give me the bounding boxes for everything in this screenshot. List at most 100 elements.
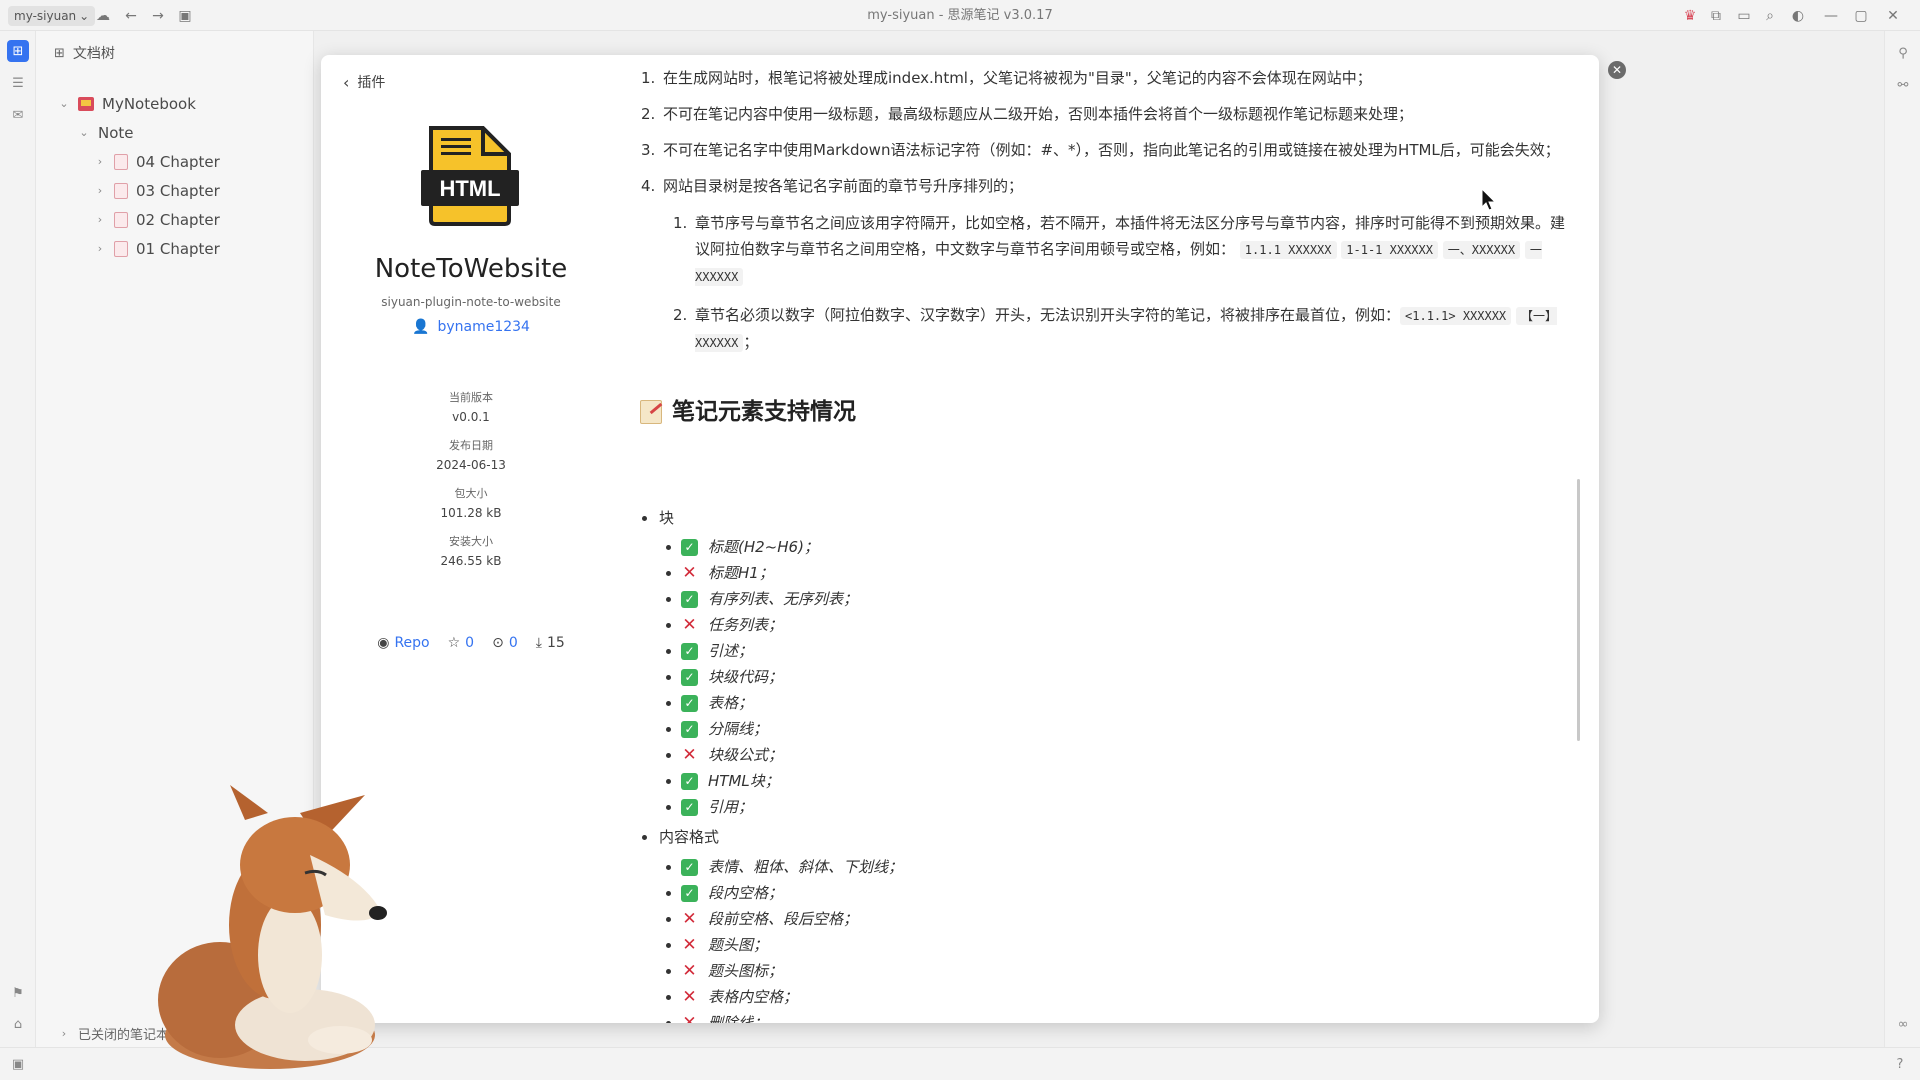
help-icon[interactable]: ? xyxy=(1889,1053,1911,1075)
tree-notebook[interactable]: ⌄ MyNotebook xyxy=(58,89,196,118)
check-mark-icon: ✓ xyxy=(681,668,698,686)
cross-mark-icon: ✕ xyxy=(682,934,697,955)
item-number: 1. xyxy=(641,69,656,87)
dock-toggle-icon[interactable]: ▣ xyxy=(7,1053,29,1075)
install-size-label: 安装大小 xyxy=(449,535,493,548)
plugin-id: siyuan-plugin-note-to-website xyxy=(381,295,561,309)
readme-scrollbar[interactable] xyxy=(1577,479,1580,741)
feature-item: ✕ 删除线； xyxy=(666,1010,903,1023)
layout-icon[interactable]: ▭ xyxy=(1733,5,1755,27)
item-text: 不可在笔记名字中使用Markdown语法标记字符（例如：#、*），否则，指向此笔… xyxy=(663,141,1560,159)
document-icon xyxy=(114,240,128,257)
chevron-right-icon[interactable]: › xyxy=(94,213,106,226)
chevron-right-icon[interactable]: › xyxy=(94,184,106,197)
check-mark-icon: ✓ xyxy=(681,772,698,790)
forward-arrow-icon[interactable]: → xyxy=(147,5,169,27)
tree-doc[interactable]: › 04 Chapter xyxy=(94,147,220,176)
feature-item: ✓ 分隔线； xyxy=(666,716,858,742)
bullet-dot xyxy=(666,994,671,1000)
bullet-dot xyxy=(666,916,671,922)
sync-icon[interactable]: ☁ xyxy=(92,5,114,27)
cross-mark-icon: ✕ xyxy=(682,986,697,1007)
plugin-name: NoteToWebsite xyxy=(374,254,568,284)
repo-link[interactable]: ◉ Repo xyxy=(377,635,429,651)
feature-item: ✕ 块级公式； xyxy=(666,742,858,768)
feature-item: ✓ 有序列表、无序列表； xyxy=(666,586,858,612)
back-to-plugins-link[interactable]: ‹ 插件 xyxy=(343,72,385,92)
feature-item: ✓ 引用； xyxy=(666,794,858,820)
item-number: 4. xyxy=(641,177,656,195)
theme-icon[interactable]: ◐ xyxy=(1787,5,1809,27)
tree-folder-note[interactable]: ⌄ Note xyxy=(78,118,133,147)
check-mark-icon: ✓ xyxy=(681,884,698,902)
bookmark-icon[interactable]: ⚑ xyxy=(7,982,29,1004)
format-category: 内容格式 xyxy=(642,825,719,849)
install-size-info: 安装大小 246.55 kB xyxy=(321,533,621,568)
inbox-dock-icon[interactable]: ✉ xyxy=(7,104,29,126)
plugin-icon[interactable]: ⧉ xyxy=(1705,5,1727,27)
plugin-readme: 1. 在生成网站时，根笔记将被处理成index.html，父笔记将被视为"目录"，… xyxy=(621,55,1599,1023)
minimize-icon[interactable]: — xyxy=(1820,5,1842,27)
backlink-icon[interactable]: ⚯ xyxy=(1892,74,1914,96)
outline-icon[interactable]: ☰ xyxy=(7,72,29,94)
tree-doc[interactable]: › 03 Chapter xyxy=(94,176,220,205)
item-number: 2. xyxy=(641,105,656,123)
bullet-dot xyxy=(642,834,647,840)
close-window-icon[interactable]: ✕ xyxy=(1882,5,1904,27)
version-value: v0.0.1 xyxy=(452,410,490,424)
chevron-right-icon[interactable]: › xyxy=(94,155,106,168)
search-icon[interactable]: ⌕ xyxy=(1759,5,1781,27)
chevron-right-icon[interactable]: › xyxy=(58,1027,70,1040)
tag-icon[interactable]: ⌂ xyxy=(7,1013,29,1035)
version-info: 当前版本 v0.0.1 xyxy=(321,389,621,424)
github-icon: ◉ xyxy=(377,635,390,651)
feature-text: 任务列表； xyxy=(708,616,784,634)
logo-text: HTML xyxy=(439,176,500,201)
package-size-info: 包大小 101.28 kB xyxy=(321,485,621,520)
issue-icon: ⊙ xyxy=(492,635,504,651)
list-item: 4. 网站目录树是按各笔记名字前面的章节号升序排列的； 1. 章节序号与章节名之间应… xyxy=(641,174,1566,356)
back-arrow-icon[interactable]: ← xyxy=(120,5,142,27)
inbox-icon[interactable]: ▣ xyxy=(174,5,196,27)
bullet-dot xyxy=(666,968,671,974)
chevron-right-icon[interactable]: › xyxy=(94,242,106,255)
doc-label: 02 Chapter xyxy=(136,210,220,229)
inline-code: <1.1.1> XXXXXX xyxy=(1400,307,1512,325)
feature-text: 表格内空格； xyxy=(708,988,799,1006)
tree-doc[interactable]: › 02 Chapter xyxy=(94,205,220,234)
tree-doc[interactable]: › 01 Chapter xyxy=(94,234,220,263)
author-name: byname1234 xyxy=(437,319,530,335)
feature-item: ✕ 题头图； xyxy=(666,932,903,958)
feature-item: ✓ 标题(H2~H6)； xyxy=(666,534,858,560)
inline-code: 1.1.1 XXXXXX xyxy=(1239,241,1337,259)
feature-item: ✓ 表情、粗体、斜体、下划线； xyxy=(666,854,903,880)
notebook-label: MyNotebook xyxy=(102,94,196,113)
chevron-down-icon[interactable]: ⌄ xyxy=(78,126,90,139)
item-text-end: ； xyxy=(743,333,759,351)
file-tree-header: ⊞ 文档树 xyxy=(36,31,313,75)
link-icon[interactable]: ∞ xyxy=(1892,1013,1914,1035)
chevron-down-icon: ⌄ xyxy=(79,9,90,23)
author-link[interactable]: 👤 byname1234 xyxy=(321,319,621,335)
crown-icon[interactable]: ♛ xyxy=(1679,5,1701,27)
issues-count: 0 xyxy=(508,635,518,651)
chevron-down-icon[interactable]: ⌄ xyxy=(58,97,70,110)
downloads-count: 15 xyxy=(546,635,565,651)
bullet-dot xyxy=(666,890,671,896)
feature-text: 段前空格、段后空格； xyxy=(708,910,859,928)
feature-item: ✕ 段前空格、段后空格； xyxy=(666,906,903,932)
close-dialog-button[interactable]: ✕ xyxy=(1608,61,1626,79)
star-icon: ☆ xyxy=(447,635,461,651)
version-label: 当前版本 xyxy=(449,391,493,404)
file-tree-icon[interactable]: ⊞ xyxy=(7,40,29,62)
feature-text: 删除线； xyxy=(708,1014,769,1023)
feature-item: ✓ 段内空格； xyxy=(666,880,903,906)
workspace-button[interactable]: my-siyuan ⌄ xyxy=(8,6,96,26)
feature-text: 有序列表、无序列表； xyxy=(708,590,859,608)
graph-icon[interactable]: ⚲ xyxy=(1892,42,1914,64)
maximize-icon[interactable]: ▢ xyxy=(1850,5,1872,27)
section-heading: 笔记元素支持情况 xyxy=(640,400,856,424)
check-mark-icon: ✓ xyxy=(681,694,698,712)
feature-item: ✓ 块级代码； xyxy=(666,664,858,690)
package-size-label: 包大小 xyxy=(454,487,488,500)
